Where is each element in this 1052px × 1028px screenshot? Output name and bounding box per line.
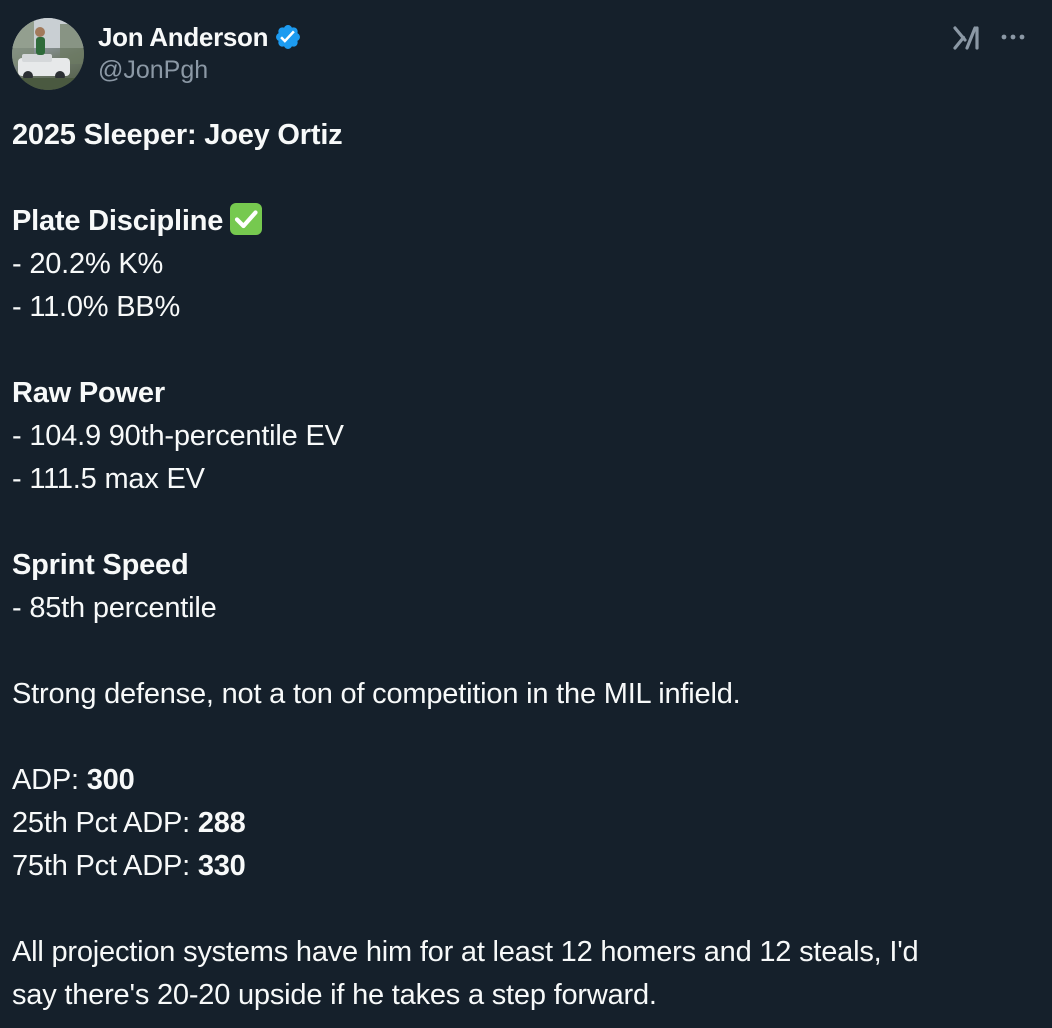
defense-note: Strong defense, not a ton of competition…: [12, 678, 741, 710]
stat-line-k-rate: - 20.2% K%: [12, 248, 164, 280]
closing-line-2: say there's 20-20 upside if he takes a s…: [12, 979, 657, 1011]
closing-line-1: All projection systems have him for at l…: [12, 936, 919, 968]
adp-75th-label: 75th Pct ADP:: [12, 850, 198, 882]
author-name-row: Jon Anderson: [98, 20, 302, 54]
avatar-photo: [12, 18, 84, 90]
plate-discipline-heading-line: Plate Discipline: [12, 200, 1032, 243]
adp-75th-value: 330: [197, 850, 246, 882]
adp-label: ADP:: [12, 764, 87, 796]
adp-75th-line: 75th Pct ADP: 330: [12, 845, 1032, 888]
tweet-text: 2025 Sleeper: Joey Ortiz Plate Disciplin…: [12, 114, 1032, 1017]
tweet-header: Jon Anderson @JonPgh: [12, 18, 1040, 92]
adp-line: ADP: 300: [12, 759, 1032, 802]
adp-value: 300: [86, 764, 135, 796]
white-check-mark-emoji: [229, 202, 263, 236]
more-options-icon[interactable]: [998, 22, 1028, 52]
raw-power-heading: Raw Power: [12, 377, 165, 409]
grok-icon[interactable]: [950, 22, 982, 54]
stat-line-sprint-speed: - 85th percentile: [12, 592, 217, 624]
stat-line-bb-rate: - 11.0% BB%: [12, 291, 181, 323]
adp-25th-line: 25th Pct ADP: 288: [12, 802, 1032, 845]
adp-25th-label: 25th Pct ADP:: [12, 807, 198, 839]
sprint-speed-heading: Sprint Speed: [12, 549, 189, 581]
adp-25th-value: 288: [197, 807, 246, 839]
author-display-name[interactable]: Jon Anderson: [98, 22, 269, 53]
avatar[interactable]: [12, 18, 84, 90]
plate-discipline-heading: Plate Discipline: [12, 205, 224, 237]
stat-line-max-ev: - 111.5 max EV: [12, 463, 205, 495]
verified-badge-icon: [274, 23, 302, 51]
tweet-title: 2025 Sleeper: Joey Ortiz: [12, 119, 343, 151]
stat-line-90th-ev: - 104.9 90th-percentile EV: [12, 420, 344, 452]
author-handle[interactable]: @JonPgh: [98, 56, 208, 85]
